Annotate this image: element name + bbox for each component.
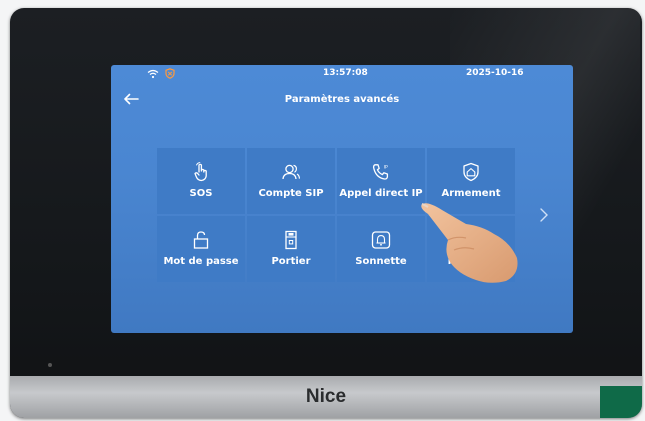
- door-station-icon: [285, 230, 297, 250]
- tile-sos[interactable]: SOS: [157, 148, 245, 214]
- tile-mot-de-passe[interactable]: Mot de passe: [157, 216, 245, 282]
- status-bar: 13:57:08 2025-10-16: [111, 65, 573, 83]
- lock-icon: [193, 231, 209, 249]
- contacts-icon: [282, 164, 300, 180]
- tile-appel-direct-ip[interactable]: IP Appel direct IP: [337, 148, 425, 214]
- tile-label: Compte SIP: [258, 188, 324, 199]
- ip-call-icon: IP: [372, 164, 389, 180]
- page-title: Paramètres avancés: [284, 94, 400, 105]
- touch-screen: 13:57:08 2025-10-16 Paramètres avancés S…: [111, 65, 573, 333]
- title-bar: Paramètres avancés: [111, 91, 573, 111]
- tile-label: Sonnette: [355, 256, 407, 267]
- pointing-hand: [421, 203, 518, 283]
- brand-logo: Nice: [305, 386, 347, 407]
- tile-label: Portier: [271, 256, 311, 267]
- status-date: 2025-10-16: [466, 68, 524, 78]
- tile-sonnette[interactable]: Sonnette: [337, 216, 425, 282]
- wifi-icon: [147, 69, 159, 79]
- sensor-dot: [48, 363, 52, 367]
- status-time: 13:57:08: [323, 68, 368, 78]
- tile-compte-sip[interactable]: Compte SIP: [247, 148, 335, 214]
- tile-label: Armement: [441, 188, 501, 199]
- touch-hand-icon: [194, 162, 207, 182]
- svg-text:IP: IP: [384, 165, 388, 171]
- intercom-device: 13:57:08 2025-10-16 Paramètres avancés S…: [10, 8, 642, 418]
- tile-portier[interactable]: Portier: [247, 216, 335, 282]
- status-led-panel: [600, 386, 642, 418]
- tile-label: Mot de passe: [163, 256, 239, 267]
- tile-label: SOS: [189, 188, 213, 199]
- shield-icon: [165, 68, 175, 79]
- home-shield-icon: [463, 162, 479, 182]
- bell-icon: [371, 231, 391, 249]
- chevron-right-icon[interactable]: [539, 207, 549, 223]
- tile-label: Appel direct IP: [339, 188, 423, 199]
